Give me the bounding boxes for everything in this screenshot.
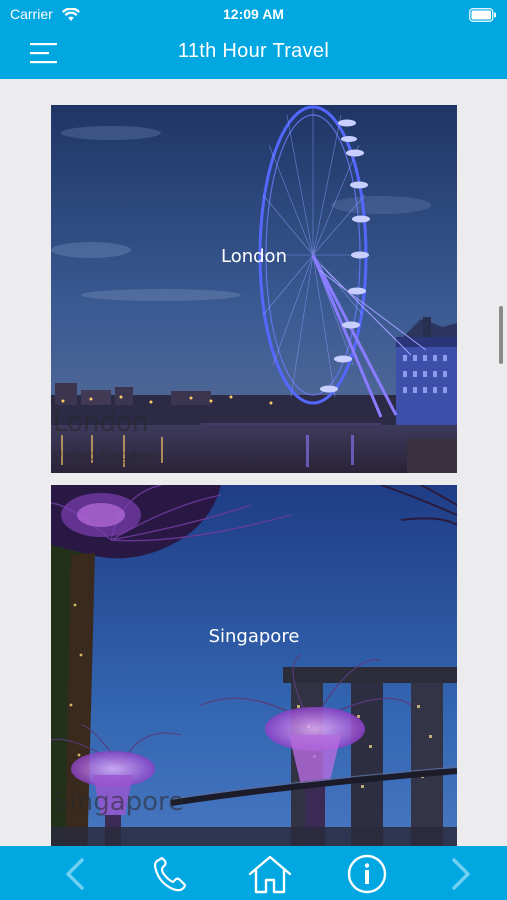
back-arrow-icon[interactable]	[60, 854, 90, 894]
home-icon[interactable]	[247, 854, 293, 894]
status-time: 12:09 AM	[223, 6, 284, 22]
status-bar: Carrier 12:09 AM	[0, 5, 507, 25]
destination-ghost-name: Singapore	[53, 787, 185, 817]
scrollbar[interactable]	[499, 306, 503, 364]
forward-arrow-icon[interactable]	[446, 854, 476, 894]
destination-card-singapore[interactable]: Singapore Singapore	[51, 485, 457, 846]
destination-card-london[interactable]: London London United Kingdom	[51, 105, 457, 473]
info-icon[interactable]	[346, 854, 388, 894]
destination-ghost-name: London	[53, 408, 149, 438]
page-title: 11th Hour Travel	[177, 40, 330, 62]
battery-icon	[469, 8, 497, 26]
bottom-tab-bar	[0, 846, 507, 900]
phone-icon[interactable]	[150, 854, 190, 894]
destination-list[interactable]: London London United Kingdom Singapore S…	[0, 79, 507, 846]
app-header: Carrier 12:09 AM 11th Hour Travel	[0, 0, 507, 79]
destination-ghost-country: United Kingdom	[53, 449, 158, 464]
destination-title: London	[221, 246, 287, 267]
destination-title: Singapore	[208, 626, 300, 647]
